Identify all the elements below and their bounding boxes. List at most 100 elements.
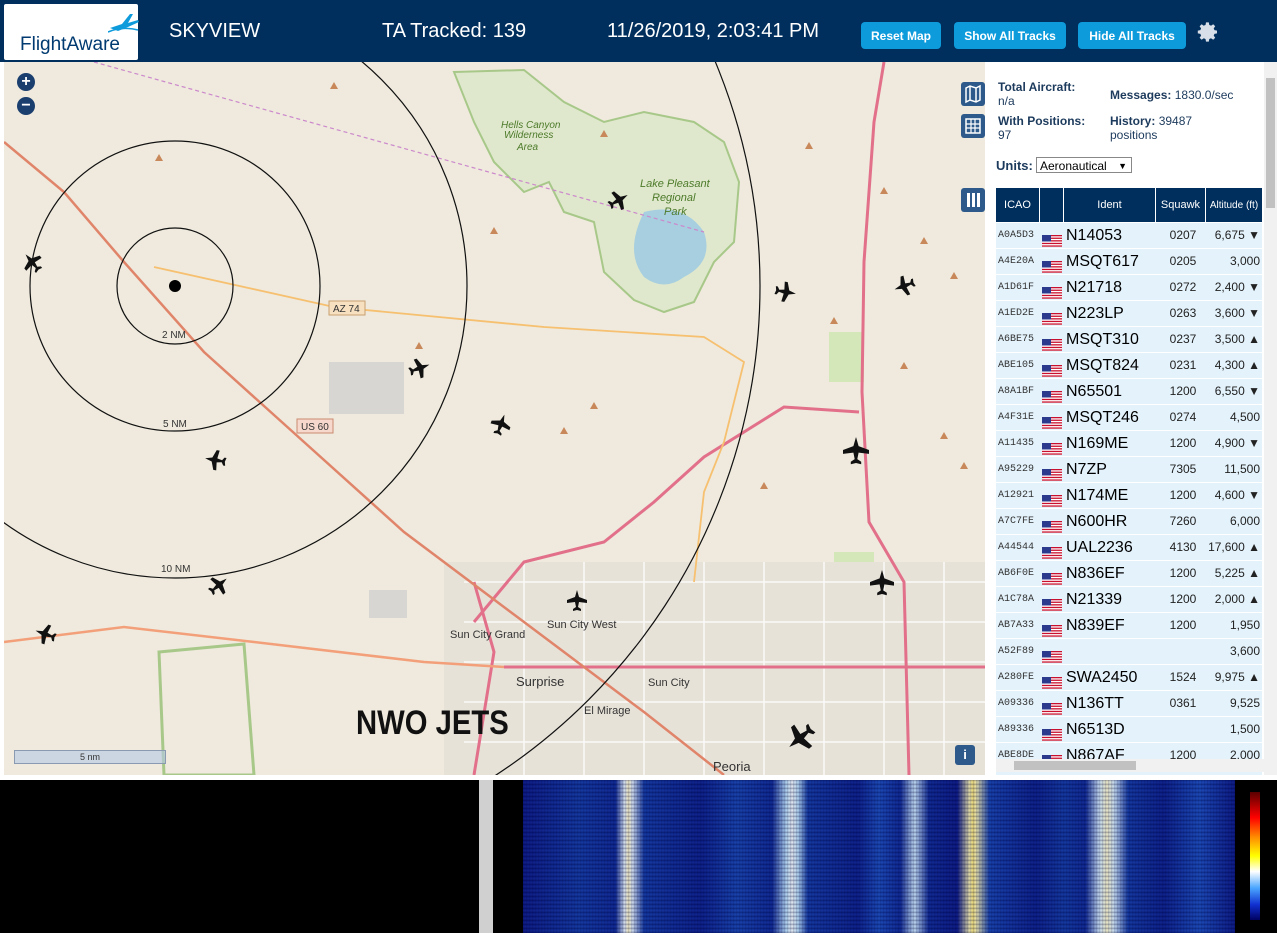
row-altitude: 5,225 ▲ (1214, 566, 1260, 580)
spectrum-area (0, 780, 1277, 935)
table-row[interactable]: A7C7FE N600HR 7260 6,000 (996, 509, 1262, 535)
table-row[interactable]: A1C78A N21339 1200 2,000 ▲ (996, 587, 1262, 613)
table-row[interactable]: A1ED2E N223LP 0263 3,600 ▼ (996, 301, 1262, 327)
plane-logo-icon (108, 14, 139, 33)
units-label: Units: (996, 158, 1033, 173)
us-flag-icon (1042, 724, 1062, 741)
header-squawk[interactable]: Squawk (1156, 188, 1206, 222)
flightaware-logo[interactable]: FlightAware (4, 4, 139, 60)
horizontal-scrollbar[interactable] (996, 759, 1264, 772)
map-layer-icon[interactable] (961, 82, 985, 106)
svg-text:Regional: Regional (652, 192, 696, 204)
table-row[interactable]: A09336 N136TT 0361 9,525 (996, 691, 1262, 717)
us-flag-icon (1042, 646, 1062, 663)
hide-all-tracks-button[interactable]: Hide All Tracks (1078, 22, 1186, 49)
map-view[interactable]: 2 NM 5 NM 10 NM Hells Canyon Wilderness … (4, 62, 985, 775)
row-icao: A8A1BF (998, 386, 1035, 397)
row-icao: A1C78A (998, 594, 1035, 605)
zoom-out-button[interactable]: − (17, 97, 35, 115)
total-aircraft-label: Total Aircraft: (998, 80, 1076, 94)
row-ident: N6513D (1066, 721, 1125, 738)
row-altitude: 4,300 ▲ (1214, 358, 1260, 372)
units-value: Aeronautical (1040, 159, 1107, 173)
row-squawk: 1200 (1169, 488, 1197, 502)
us-flag-icon (1042, 698, 1062, 715)
row-altitude: 3,500 ▲ (1214, 332, 1260, 346)
table-row[interactable]: A280FE SWA2450 1524 9,975 ▲ (996, 665, 1262, 691)
row-ident: N21339 (1066, 591, 1123, 608)
row-icao: A1ED2E (998, 308, 1035, 319)
svg-text:Lake Pleasant: Lake Pleasant (640, 178, 711, 190)
row-icao: A280FE (998, 672, 1035, 683)
table-row[interactable]: A0A5D3 N14053 0207 6,675 ▼ (996, 223, 1262, 249)
ring-label-10nm: 10 NM (161, 564, 190, 575)
row-icao: A0A5D3 (998, 230, 1035, 241)
zoom-in-button[interactable]: + (17, 73, 35, 91)
with-positions-value: 97 (998, 128, 1012, 142)
row-icao: A6BE75 (998, 334, 1035, 345)
row-altitude: 11,500 (1224, 462, 1260, 476)
svg-text:Sun City West: Sun City West (547, 619, 617, 631)
row-icao: AB7A33 (998, 620, 1035, 631)
ring-label-2nm: 2 NM (162, 330, 186, 341)
header-altitude[interactable]: Altitude (ft) (1206, 188, 1262, 222)
table-row[interactable]: A11435 N169ME 1200 4,900 ▼ (996, 431, 1262, 457)
units-select[interactable]: Aeronautical ▼ (1036, 157, 1132, 173)
table-row[interactable]: AB7A33 N839EF 1200 1,950 (996, 613, 1262, 639)
app-title: SKYVIEW (169, 20, 261, 42)
table-row[interactable]: A52F89 3,600 (996, 639, 1262, 665)
us-flag-icon (1042, 256, 1062, 273)
us-flag-icon (1042, 672, 1062, 689)
table-row[interactable]: A44544 UAL2236 4130 17,600 ▲ (996, 535, 1262, 561)
info-icon[interactable]: i (955, 745, 975, 765)
table-row[interactable]: AB6F0E N836EF 1200 5,225 ▲ (996, 561, 1262, 587)
row-icao: A09336 (998, 698, 1035, 709)
table-row[interactable]: A4F31E MSQT246 0274 4,500 (996, 405, 1262, 431)
row-icao: AB6F0E (998, 568, 1035, 579)
row-icao: ABE105 (998, 360, 1035, 371)
svg-text:Sun City Grand: Sun City Grand (450, 629, 525, 641)
row-altitude: 3,000 (1229, 254, 1260, 268)
row-ident: N7ZP (1066, 461, 1107, 478)
row-squawk: 1200 (1169, 384, 1197, 398)
vertical-scrollbar[interactable] (1264, 62, 1277, 775)
us-flag-icon (1042, 308, 1062, 325)
table-row[interactable]: A8A1BF N65501 1200 6,550 ▼ (996, 379, 1262, 405)
reset-map-button[interactable]: Reset Map (861, 22, 941, 49)
us-flag-icon (1042, 412, 1062, 429)
header-ident[interactable]: Ident (1064, 188, 1156, 222)
svg-text:Sun City: Sun City (648, 677, 690, 689)
row-ident: UAL2236 (1066, 539, 1133, 556)
row-squawk: 0207 (1169, 228, 1197, 242)
logo-text: FlightAware (20, 34, 120, 55)
row-icao: A7C7FE (998, 516, 1035, 527)
table-row[interactable]: A1D61F N21718 0272 2,400 ▼ (996, 275, 1262, 301)
row-ident: N65501 (1066, 383, 1123, 400)
columns-icon[interactable] (961, 188, 985, 212)
grid-icon[interactable] (961, 114, 985, 138)
table-row[interactable]: A95229 N7ZP 7305 11,500 (996, 457, 1262, 483)
row-ident: N21718 (1066, 279, 1123, 296)
table-row[interactable]: A89336 N6513D 1,500 (996, 717, 1262, 743)
table-row[interactable]: A6BE75 MSQT310 0237 3,500 ▲ (996, 327, 1262, 353)
row-squawk (1159, 639, 1207, 664)
row-squawk: 1200 (1169, 592, 1197, 606)
row-altitude: 2,000 ▲ (1214, 592, 1260, 606)
with-positions-label: With Positions: (998, 114, 1086, 128)
row-ident: SWA2450 (1066, 669, 1138, 686)
row-altitude: 4,900 ▼ (1214, 436, 1260, 450)
gear-icon[interactable] (1196, 20, 1220, 44)
row-altitude: 6,000 (1229, 514, 1260, 528)
row-ident: MSQT824 (1066, 357, 1139, 374)
row-ident: N839EF (1066, 617, 1125, 634)
table-row[interactable]: ABE105 MSQT824 0231 4,300 ▲ (996, 353, 1262, 379)
show-all-tracks-button[interactable]: Show All Tracks (954, 22, 1066, 49)
row-icao: A11435 (998, 438, 1035, 449)
table-row[interactable]: A12921 N174ME 1200 4,600 ▼ (996, 483, 1262, 509)
row-squawk: 1200 (1169, 436, 1197, 450)
table-row[interactable]: A4E20A MSQT617 0205 3,000 (996, 249, 1262, 275)
header-flag[interactable] (1040, 188, 1064, 222)
map-canvas[interactable]: 2 NM 5 NM 10 NM Hells Canyon Wilderness … (4, 62, 985, 775)
header-icao[interactable]: ICAO (996, 188, 1040, 222)
pane-divider[interactable] (479, 780, 493, 933)
